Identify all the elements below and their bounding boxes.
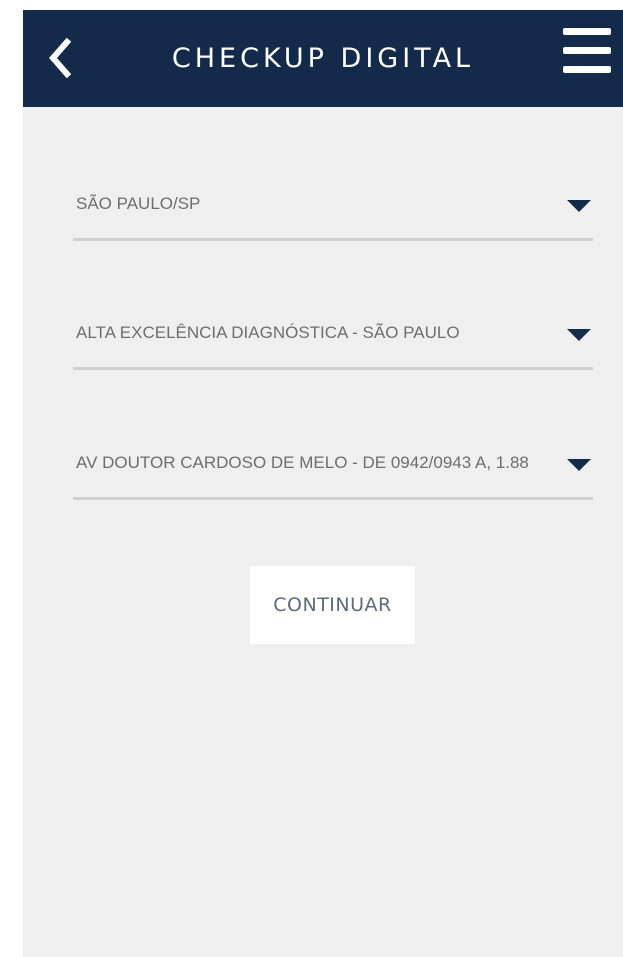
address-select-value: AV DOUTOR CARDOSO DE MELO - DE 0942/0943… [76, 453, 529, 472]
lab-select-value: ALTA EXCELÊNCIA DIAGNÓSTICA - SÃO PAULO [76, 323, 460, 342]
city-select-value: SÃO PAULO/SP [76, 194, 201, 213]
chevron-left-icon [49, 37, 72, 79]
caret-down-icon [567, 329, 591, 341]
caret-down-icon [567, 459, 591, 471]
continue-button[interactable]: CONTINUAR [250, 566, 415, 644]
app-screen: CHECKUP DIGITAL SÃO PAULO/SP ALTA EXCELÊ… [23, 10, 623, 957]
menu-button[interactable] [563, 28, 613, 88]
page-title: CHECKUP DIGITAL [171, 43, 475, 74]
lab-select[interactable]: ALTA EXCELÊNCIA DIAGNÓSTICA - SÃO PAULO [73, 311, 593, 370]
back-button[interactable] [43, 34, 83, 82]
app-header: CHECKUP DIGITAL [23, 10, 623, 107]
city-select[interactable]: SÃO PAULO/SP [73, 182, 593, 241]
caret-down-icon [567, 200, 591, 212]
address-select[interactable]: AV DOUTOR CARDOSO DE MELO - DE 0942/0943… [73, 441, 593, 500]
